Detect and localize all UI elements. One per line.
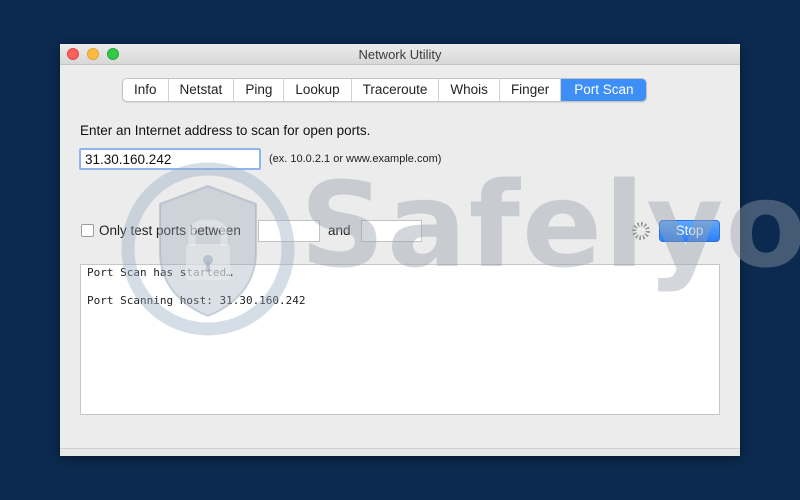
- screen: { "window": { "title": "Network Utility"…: [0, 0, 800, 500]
- address-prompt: Enter an Internet address to scan for op…: [80, 123, 371, 138]
- network-utility-window: Network Utility Info Netstat Ping Lookup…: [60, 44, 740, 456]
- progress-spinner-icon: [632, 222, 650, 240]
- only-test-ports-checkbox[interactable]: [81, 224, 94, 237]
- tab-whois[interactable]: Whois: [439, 79, 500, 101]
- scan-output[interactable]: Port Scan has started… Port Scanning hos…: [80, 264, 720, 415]
- port-to-field[interactable]: [361, 220, 422, 242]
- tab-netstat[interactable]: Netstat: [169, 79, 235, 101]
- tab-lookup[interactable]: Lookup: [284, 79, 352, 101]
- output-line: Port Scanning host: 31.30.160.242: [87, 294, 306, 307]
- window-bottom-edge: [60, 448, 740, 456]
- only-test-ports-label[interactable]: Only test ports between: [99, 223, 241, 238]
- tab-traceroute[interactable]: Traceroute: [352, 79, 440, 101]
- tab-port-scan[interactable]: Port Scan: [561, 79, 647, 101]
- output-line: Port Scan has started…: [87, 266, 233, 279]
- and-label: and: [328, 223, 351, 238]
- window-title: Network Utility: [358, 47, 442, 62]
- tab-info[interactable]: Info: [123, 79, 169, 101]
- stop-button[interactable]: Stop: [659, 220, 720, 242]
- tab-ping[interactable]: Ping: [234, 79, 285, 101]
- address-hint: (ex. 10.0.2.1 or www.example.com): [269, 153, 442, 165]
- address-input[interactable]: [79, 148, 261, 170]
- tab-bar: Info Netstat Ping Lookup Traceroute Whoi…: [122, 78, 648, 102]
- port-from-field[interactable]: [258, 220, 320, 242]
- title-bar: Network Utility: [60, 44, 740, 65]
- tab-finger[interactable]: Finger: [500, 79, 562, 101]
